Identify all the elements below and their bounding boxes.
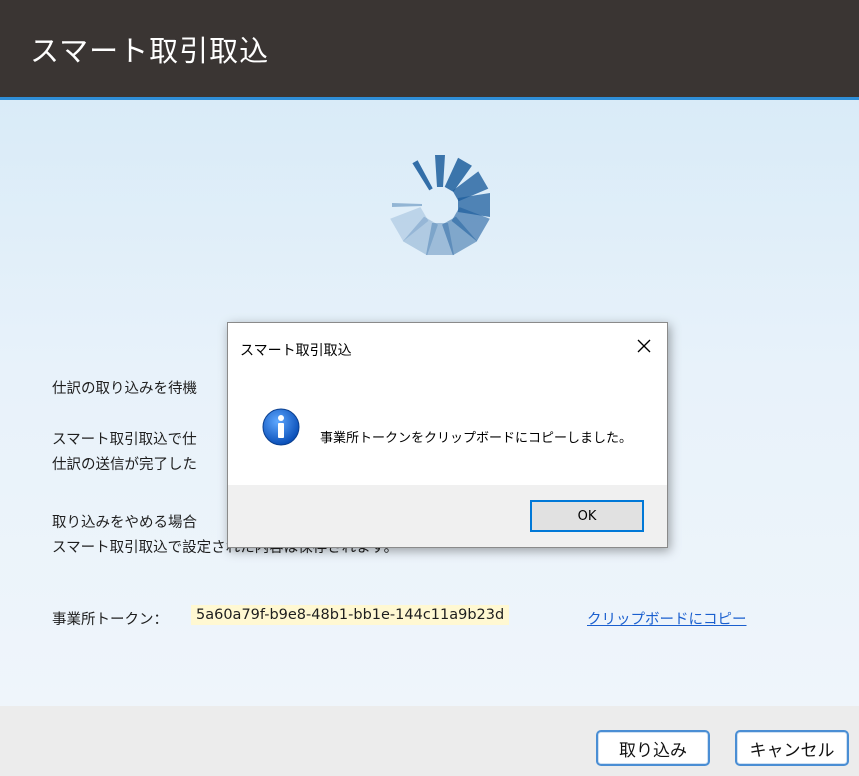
cancel-button[interactable]: キャンセル — [735, 730, 849, 766]
ok-button[interactable]: OK — [530, 500, 644, 532]
cancel-note-text-1: 取り込みをやめる場合 — [52, 515, 197, 531]
dialog-footer: OK — [228, 485, 667, 547]
dialog-title: スマート取引取込 — [240, 343, 352, 359]
loading-spinner-icon — [390, 155, 490, 256]
instruction-text-2: 仕訳の送信が完了した — [52, 457, 197, 473]
info-dialog: スマート取引取込 事業所トークンをクリップボードにコピーしました。 OK — [227, 322, 668, 548]
status-text-waiting: 仕訳の取り込みを待機 — [52, 381, 197, 397]
copy-to-clipboard-link[interactable]: クリップボードにコピー — [587, 608, 747, 629]
token-label: 事業所トークン： — [52, 612, 168, 628]
token-value: 5a60a79f-b9e8-48b1-bb1e-144c11a9b23d — [191, 605, 510, 625]
footer-bar: 取り込み キャンセル — [0, 706, 859, 776]
app-titlebar: スマート取引取込 — [0, 0, 859, 100]
instruction-text-1: スマート取引取込で仕 — [52, 432, 197, 448]
import-button[interactable]: 取り込み — [596, 730, 710, 766]
info-icon — [262, 408, 300, 446]
app-title: スマート取引取込 — [30, 34, 270, 68]
close-icon[interactable] — [627, 331, 661, 361]
dialog-message: 事業所トークンをクリップボードにコピーしました。 — [320, 431, 633, 446]
